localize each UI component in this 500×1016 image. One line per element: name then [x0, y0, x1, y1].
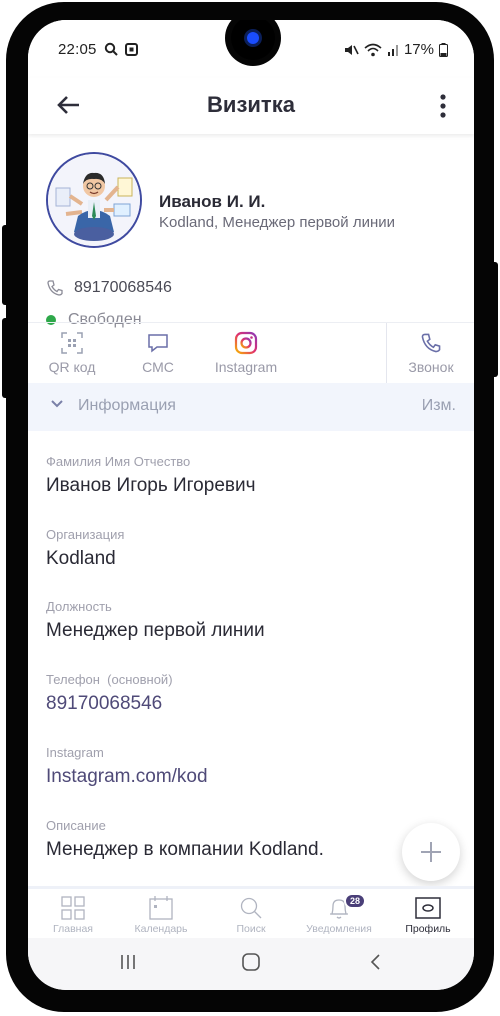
screenshot-icon — [125, 43, 139, 56]
tab-home-label: Главная — [53, 923, 93, 935]
page-title: Визитка — [207, 92, 295, 117]
action-row: QR код СМС Instagram Звонок — [28, 322, 474, 383]
tab-home[interactable]: Главная — [30, 895, 116, 935]
instagram-button[interactable]: Instagram — [206, 331, 286, 375]
tab-notifications-label: Уведомления — [306, 923, 372, 935]
avatar-illustration — [48, 154, 140, 246]
status-bar: 22:05 17% — [28, 20, 474, 78]
instagram-label: Instagram — [214, 359, 278, 375]
battery-percent: 17% — [403, 41, 434, 58]
avatar — [46, 152, 142, 248]
field-value: Менеджер первой линии — [46, 620, 265, 641]
tab-search-label: Поиск — [236, 923, 266, 935]
app-bar: Визитка — [28, 78, 474, 134]
phone-icon — [421, 333, 441, 353]
phone-icon — [47, 280, 63, 296]
tab-calendar[interactable]: Календарь — [118, 895, 204, 935]
plus-icon — [421, 842, 441, 862]
qr-code-label: QR код — [48, 359, 96, 375]
qr-code-icon — [61, 332, 83, 354]
field-value: Иванов Игорь Игоревич — [46, 475, 256, 496]
field-position: Должность Менеджер первой линии — [46, 599, 456, 642]
battery-icon — [439, 42, 448, 57]
calendar-icon — [149, 896, 173, 920]
screen: 22:05 17% Визитка Иванов И. И. Kodland, … — [28, 20, 474, 990]
profile-card-icon — [415, 897, 441, 919]
field-organization: Организация Kodland — [46, 527, 456, 570]
action-divider — [386, 323, 387, 383]
field-phone: Телефон (основной) 89170068546 — [46, 672, 456, 715]
field-value: Kodland — [46, 548, 116, 569]
tab-profile[interactable]: Профиль — [385, 895, 471, 935]
field-caption: Должность — [46, 599, 112, 614]
back-icon[interactable] — [366, 952, 386, 972]
side-button-left-1 — [2, 225, 10, 305]
notification-badge: 28 — [344, 893, 367, 909]
signal-icon — [387, 44, 398, 56]
bottom-tab-bar: Главная Календарь Поиск 28 Уведомления П… — [28, 886, 474, 941]
qr-code-button[interactable]: QR код — [40, 331, 104, 375]
tab-search[interactable]: Поиск — [208, 895, 294, 935]
wifi-icon — [364, 43, 382, 56]
field-instagram: Instagram Instagram.com/kod — [46, 745, 456, 788]
recent-apps-icon[interactable] — [118, 952, 138, 972]
status-time: 22:05 — [58, 41, 139, 58]
tab-notifications[interactable]: 28 Уведомления — [296, 893, 382, 935]
message-icon — [148, 334, 168, 353]
field-value: Менеджер в компании Kodland. — [46, 839, 324, 860]
field-caption: Фамилия Имя Отчество — [46, 454, 191, 469]
call-button[interactable]: Звонок — [398, 331, 464, 375]
profile-name: Иванов И. И. — [159, 192, 266, 211]
instagram-link[interactable]: Instagram.com/kod — [46, 766, 456, 788]
home-icon[interactable] — [241, 952, 261, 972]
field-full-name: Фамилия Имя Отчество Иванов Игорь Игорев… — [46, 454, 456, 497]
search-icon — [240, 897, 262, 919]
mute-icon — [344, 44, 359, 55]
call-label: Звонок — [408, 359, 454, 375]
field-caption: Телефон (основной) — [46, 672, 173, 687]
status-indicators: 17% — [343, 41, 448, 58]
sms-button[interactable]: СМС — [130, 331, 186, 375]
front-camera — [231, 20, 275, 60]
tab-calendar-label: Календарь — [134, 923, 188, 935]
profile-phone[interactable]: 89170068546 — [46, 279, 172, 297]
system-nav-bar — [28, 938, 474, 990]
search-icon — [104, 42, 118, 56]
info-section-header[interactable]: Информация Изм. — [28, 383, 474, 431]
info-section-label: Информация — [78, 397, 176, 414]
profile-phone-number: 89170068546 — [74, 279, 172, 296]
side-button-left-2 — [2, 318, 10, 398]
grid-icon — [61, 896, 85, 920]
field-caption: Организация — [46, 527, 125, 542]
field-description: Описание Менеджер в компании Kodland. — [46, 818, 456, 861]
more-options-icon[interactable] — [430, 90, 456, 122]
phone-link[interactable]: 89170068546 — [46, 693, 456, 715]
instagram-icon — [234, 331, 258, 355]
field-caption: Описание — [46, 818, 106, 833]
tab-profile-label: Профиль — [405, 923, 451, 935]
sms-label: СМС — [142, 359, 174, 375]
add-button[interactable] — [402, 823, 460, 881]
edit-button[interactable]: Изм. — [422, 397, 456, 415]
profile-subtitle: Kodland, Менеджер первой линии — [159, 214, 395, 231]
field-caption: Instagram — [46, 745, 104, 760]
side-button-right — [490, 262, 498, 377]
chevron-down-icon — [51, 400, 63, 408]
